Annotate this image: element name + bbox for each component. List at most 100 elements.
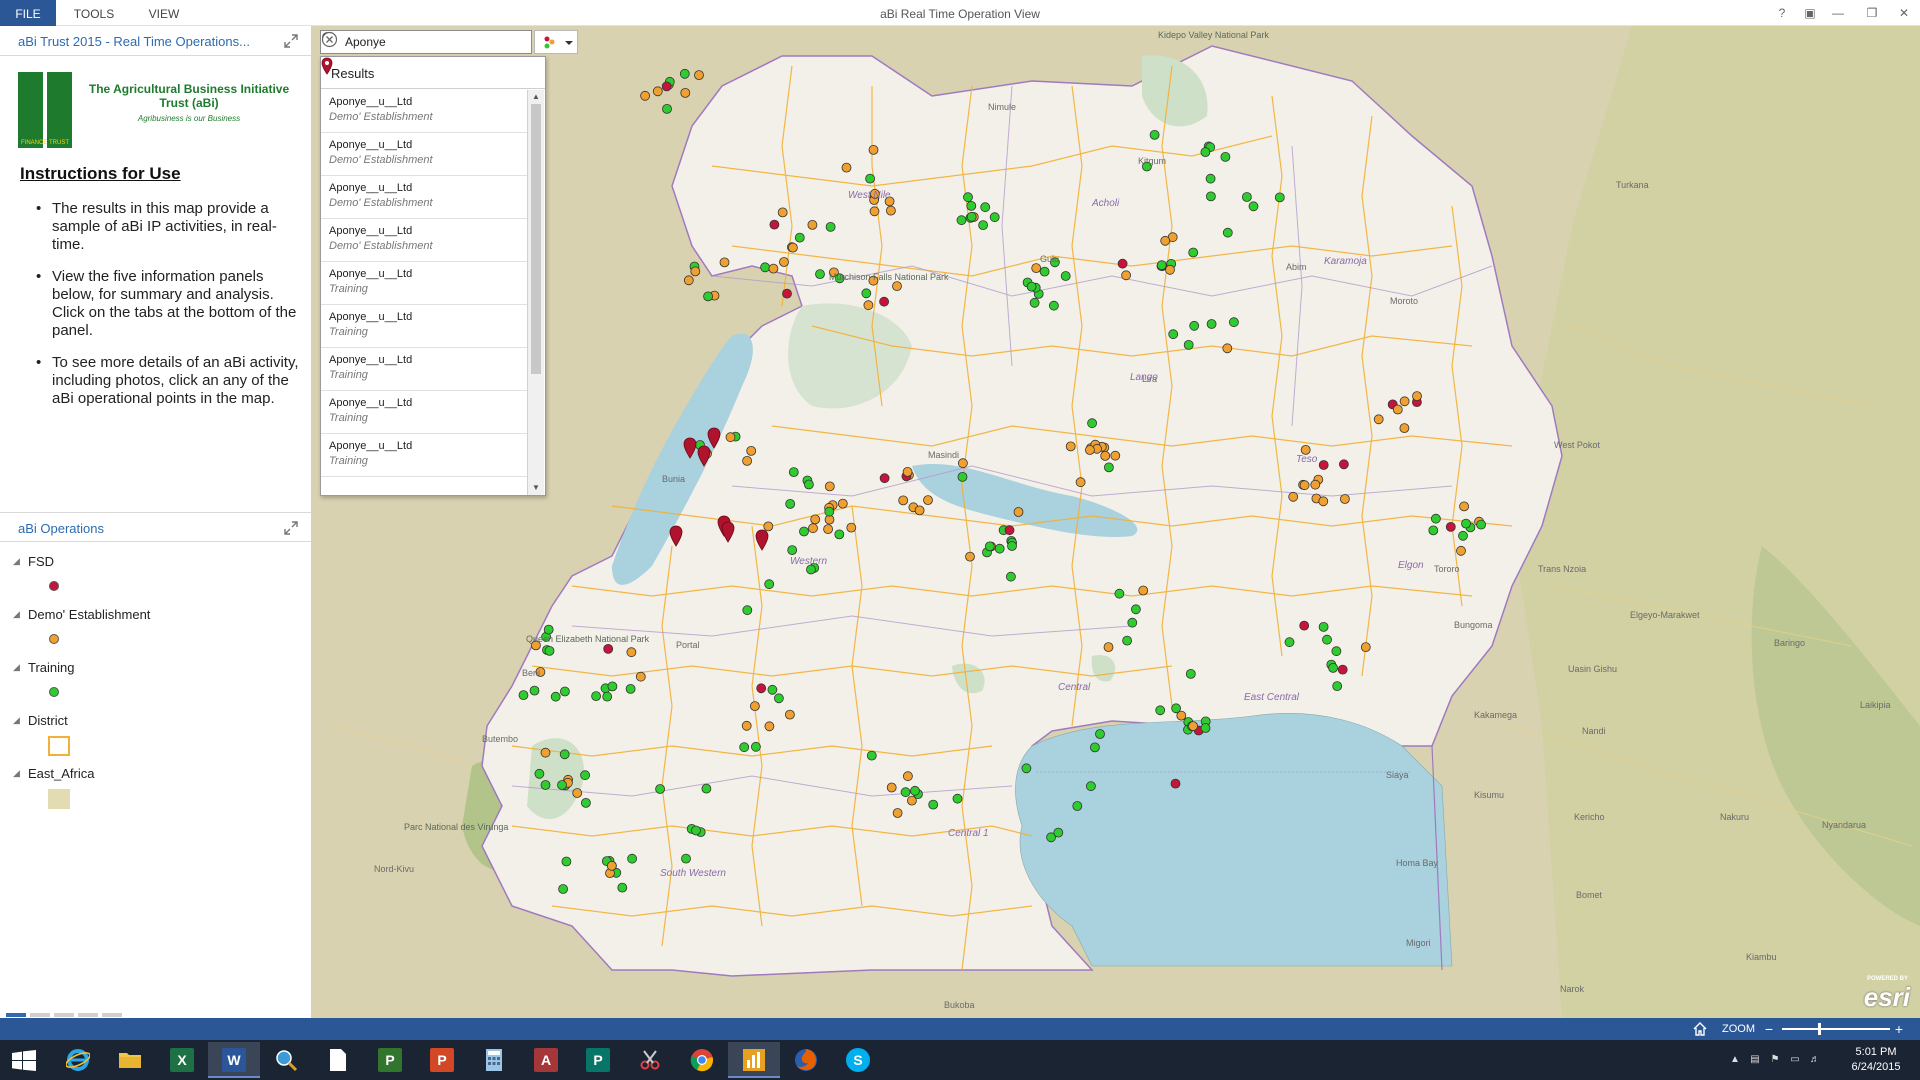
zoom-slider-handle[interactable]	[1817, 1023, 1821, 1035]
taskbar-file-explorer[interactable]	[104, 1042, 156, 1078]
operation-point[interactable]	[1399, 423, 1410, 434]
operation-point[interactable]	[869, 206, 880, 217]
operation-point[interactable]	[691, 825, 701, 836]
operation-point[interactable]	[928, 799, 939, 810]
operation-point[interactable]	[1318, 496, 1329, 507]
operation-point[interactable]	[1337, 664, 1348, 675]
operation-point[interactable]	[787, 545, 798, 555]
taskbar-document[interactable]	[312, 1042, 364, 1078]
operation-point[interactable]	[799, 526, 809, 537]
operation-point[interactable]	[866, 750, 877, 761]
operation-point[interactable]	[785, 498, 796, 509]
operation-point[interactable]	[1085, 445, 1095, 455]
operation-point[interactable]	[824, 481, 835, 492]
operation-point[interactable]	[1339, 459, 1349, 470]
operation-point[interactable]	[1065, 441, 1076, 452]
restore-button[interactable]: ❐	[1862, 4, 1882, 22]
results-scrollbar[interactable]: ▲ ▼	[527, 90, 544, 495]
collapse-triangle-icon[interactable]: ◢	[13, 662, 20, 673]
operation-point[interactable]	[681, 853, 691, 864]
operation-point[interactable]	[868, 145, 879, 155]
result-item[interactable]: Aponye__u__Ltd Demo' Establishment	[321, 90, 527, 133]
fullscreen-button[interactable]: ▣	[1800, 4, 1820, 22]
show-hidden-icons-icon[interactable]: ▲	[1728, 1053, 1742, 1067]
layer-picker-button[interactable]	[534, 30, 578, 54]
operation-point[interactable]	[683, 275, 694, 286]
operation-point[interactable]	[544, 646, 555, 656]
result-item[interactable]: Aponye__u__Ltd Training	[321, 391, 527, 434]
taskbar-powerpoint[interactable]: P	[416, 1042, 468, 1078]
operation-point[interactable]	[1029, 297, 1040, 308]
operation-point[interactable]	[518, 690, 529, 700]
taskbar-search[interactable]	[260, 1042, 312, 1078]
operation-point[interactable]	[1328, 663, 1338, 673]
operation-point[interactable]	[892, 808, 903, 818]
operation-point[interactable]	[1039, 266, 1050, 277]
result-item[interactable]: Aponye__u__Ltd Training	[321, 262, 527, 305]
operation-point[interactable]	[794, 232, 805, 243]
operation-point[interactable]	[1049, 300, 1059, 311]
operation-point[interactable]	[837, 498, 848, 509]
operation-point[interactable]	[900, 787, 911, 798]
search-box[interactable]	[320, 30, 532, 54]
expand-icon[interactable]	[283, 33, 299, 49]
operation-point[interactable]	[788, 467, 799, 478]
operation-point[interactable]	[1114, 588, 1125, 599]
operation-point[interactable]	[1087, 418, 1097, 429]
menu-tools[interactable]: TOOLS	[64, 0, 124, 26]
operation-point[interactable]	[1318, 622, 1329, 632]
operation-point[interactable]	[966, 211, 977, 222]
operation-point[interactable]	[1340, 494, 1350, 504]
operation-point[interactable]	[764, 721, 775, 732]
operation-point[interactable]	[635, 671, 646, 682]
operation-point[interactable]	[803, 479, 814, 490]
operation-point[interactable]	[978, 220, 988, 231]
result-item[interactable]: Aponye__u__Ltd Demo' Establishment	[321, 219, 527, 262]
zoom-out-button[interactable]: −	[1762, 1019, 1776, 1039]
operation-point[interactable]	[1299, 480, 1310, 491]
result-item[interactable]: Aponye__u__Ltd Training	[321, 434, 527, 477]
legend-group-demo[interactable]: ◢ Demo' Establishment	[0, 603, 311, 656]
operation-point[interactable]	[559, 686, 570, 697]
operation-point[interactable]	[760, 262, 771, 273]
operation-point[interactable]	[1075, 477, 1086, 488]
operation-point[interactable]	[984, 541, 995, 552]
operation-point[interactable]	[1459, 501, 1469, 512]
operation-point[interactable]	[777, 207, 788, 218]
operation-point[interactable]	[768, 263, 779, 274]
taskbar-snipping-tool[interactable]	[624, 1042, 676, 1078]
operation-point[interactable]	[626, 647, 637, 658]
operation-point[interactable]	[886, 205, 896, 216]
operation-point[interactable]	[861, 288, 872, 299]
operation-point[interactable]	[879, 473, 890, 484]
operation-point[interactable]	[807, 219, 818, 230]
operation-point[interactable]	[1127, 617, 1138, 628]
operation-point[interactable]	[1110, 450, 1121, 461]
operation-point[interactable]	[640, 90, 651, 101]
operation-point[interactable]	[1007, 541, 1017, 551]
operation-point[interactable]	[1456, 545, 1466, 556]
operation-point[interactable]	[782, 288, 792, 299]
operation-point[interactable]	[529, 685, 540, 696]
operation-point[interactable]	[1229, 317, 1239, 328]
operation-point[interactable]	[1205, 173, 1216, 184]
operation-point[interactable]	[603, 644, 614, 654]
operation-point[interactable]	[1031, 263, 1042, 274]
panel-page-tab[interactable]	[78, 1013, 98, 1017]
operation-point[interactable]	[903, 771, 913, 782]
operation-point[interactable]	[910, 785, 920, 796]
operation-point[interactable]	[661, 81, 672, 92]
operation-point[interactable]	[965, 551, 975, 562]
operation-point[interactable]	[694, 70, 704, 80]
network-status-icon[interactable]: ▤	[1748, 1053, 1762, 1067]
operation-point[interactable]	[767, 684, 778, 695]
operation-point[interactable]	[763, 521, 774, 532]
operation-point[interactable]	[1183, 339, 1194, 350]
operation-point[interactable]	[1090, 742, 1100, 753]
operation-point[interactable]	[1188, 721, 1198, 731]
start-button[interactable]	[0, 1042, 52, 1078]
operation-point[interactable]	[749, 701, 760, 711]
battery-icon[interactable]: ▭	[1788, 1053, 1802, 1067]
operation-point[interactable]	[1138, 585, 1149, 596]
panel-page-tab[interactable]	[102, 1013, 122, 1017]
